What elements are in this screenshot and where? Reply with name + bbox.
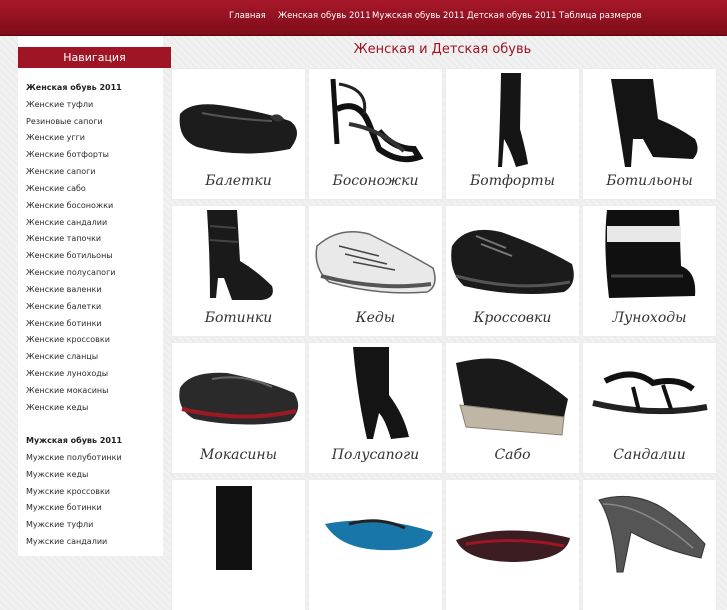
sidebar-item[interactable]: Мужские полуботинки — [26, 453, 122, 463]
sidebar-item[interactable]: Женские мокасины — [26, 386, 108, 396]
sidebar-item[interactable]: Женские сапоги — [26, 167, 96, 177]
product-card[interactable] — [583, 480, 716, 610]
sidebar-item[interactable]: Женские угги — [26, 133, 85, 143]
slipper-icon — [456, 530, 570, 562]
page-title: Женская и Детская обувь — [353, 42, 532, 57]
ballet-flat-icon — [179, 104, 297, 154]
sidebar-item[interactable]: Женские ботильоны — [26, 251, 113, 261]
clog-icon — [456, 358, 568, 436]
top-nav-home[interactable]: Главная — [229, 11, 266, 21]
product-card[interactable]: Луноходы — [583, 206, 716, 336]
trainer-icon — [451, 229, 574, 294]
moccasin-icon — [179, 372, 299, 425]
sidebar-women-head[interactable]: Женская обувь 2011 — [26, 83, 122, 93]
sneaker-icon — [315, 231, 436, 294]
product-label: Мокасины — [200, 447, 277, 463]
product-card[interactable]: Кроссовки — [446, 206, 579, 336]
top-nav-women[interactable]: Женская обувь 2011 — [278, 11, 371, 21]
product-card[interactable] — [172, 480, 305, 610]
product-card[interactable]: Полусапоги — [309, 343, 442, 473]
sidebar-item[interactable]: Женские ботфорты — [26, 150, 109, 160]
product-card[interactable]: Сабо — [446, 343, 579, 473]
flip-flop-icon — [325, 519, 433, 551]
top-nav-kids[interactable]: Детская обувь 2011 — [467, 11, 556, 21]
sidebar-item[interactable]: Женские ботинки — [26, 319, 102, 329]
product-card[interactable]: Ботфорты — [446, 69, 579, 199]
tall-boot-icon — [216, 486, 252, 570]
product-label: Ботфорты — [469, 173, 556, 189]
pump-icon — [598, 495, 706, 573]
product-label: Балетки — [205, 173, 272, 189]
sidebar-item[interactable]: Женские луноходы — [26, 369, 108, 379]
sidebar-item[interactable]: Женские сандалии — [26, 218, 107, 228]
product-label: Сабо — [494, 447, 531, 463]
sidebar-item[interactable]: Мужские ботинки — [26, 503, 102, 513]
product-label: Кеды — [355, 310, 396, 326]
product-card[interactable]: Мокасины — [172, 343, 305, 473]
sidebar-title: Навигация — [18, 47, 171, 68]
product-card[interactable]: Кеды — [309, 206, 442, 336]
product-grid: Балетки Босоножки Ботфорты Ботильоны Бот… — [172, 69, 716, 610]
moon-boot-icon — [605, 210, 696, 298]
sidebar-item[interactable]: Женские кеды — [26, 403, 88, 413]
product-card[interactable]: Ботильоны — [583, 69, 716, 199]
sidebar-item[interactable]: Женские балетки — [26, 302, 101, 312]
top-nav-size-table[interactable]: Таблица размеров — [559, 11, 642, 21]
product-label: Кроссовки — [473, 310, 552, 326]
product-label: Ботильоны — [606, 173, 693, 189]
sidebar-item[interactable]: Мужские сандалии — [26, 537, 107, 547]
product-card[interactable]: Сандалии — [583, 343, 716, 473]
product-card[interactable]: Ботинки — [172, 206, 305, 336]
top-nav-men[interactable]: Мужская обувь 2011 — [372, 11, 465, 21]
product-label: Луноходы — [612, 310, 687, 326]
thigh-boot-icon — [498, 73, 528, 167]
product-label: Ботинки — [204, 310, 273, 326]
sidebar-item[interactable]: Женские сабо — [26, 184, 86, 194]
sidebar-item[interactable]: Женские валенки — [26, 285, 102, 295]
product-label: Сандалии — [613, 447, 686, 463]
ankle-boot-icon — [207, 210, 273, 300]
mid-boot-icon — [353, 347, 409, 439]
ankle-bootie-icon — [611, 79, 698, 167]
product-card[interactable] — [309, 480, 442, 610]
strappy-sandal-icon — [330, 78, 424, 163]
top-bar: Главная Женская обувь 2011 Мужская обувь… — [0, 0, 727, 36]
sidebar-men-head[interactable]: Мужская обувь 2011 — [26, 436, 122, 446]
sidebar-item[interactable]: Мужские туфли — [26, 520, 93, 530]
sidebar-item[interactable]: Женские кроссовки — [26, 335, 110, 345]
sidebar-item[interactable]: Резиновые сапоги — [26, 117, 103, 127]
sidebar-item[interactable]: Женские тапочки — [26, 234, 101, 244]
product-card[interactable]: Босоножки — [309, 69, 442, 199]
sidebar-item[interactable]: Мужские кроссовки — [26, 487, 110, 497]
sidebar-item[interactable]: Женские полусапоги — [26, 268, 115, 278]
sandal-icon — [592, 371, 708, 415]
product-label: Полусапоги — [331, 447, 420, 463]
sidebar-item[interactable]: Мужские кеды — [26, 470, 88, 480]
product-card[interactable]: Балетки — [172, 69, 305, 199]
sidebar-item[interactable]: Женские туфли — [26, 100, 93, 110]
product-label: Босоножки — [332, 173, 419, 189]
sidebar-item[interactable]: Женские босоножки — [26, 201, 113, 211]
sidebar-item[interactable]: Женские сланцы — [26, 352, 98, 362]
product-card[interactable] — [446, 480, 579, 610]
sidebar: Навигация Женская обувь 2011 Женские туф… — [18, 36, 171, 556]
